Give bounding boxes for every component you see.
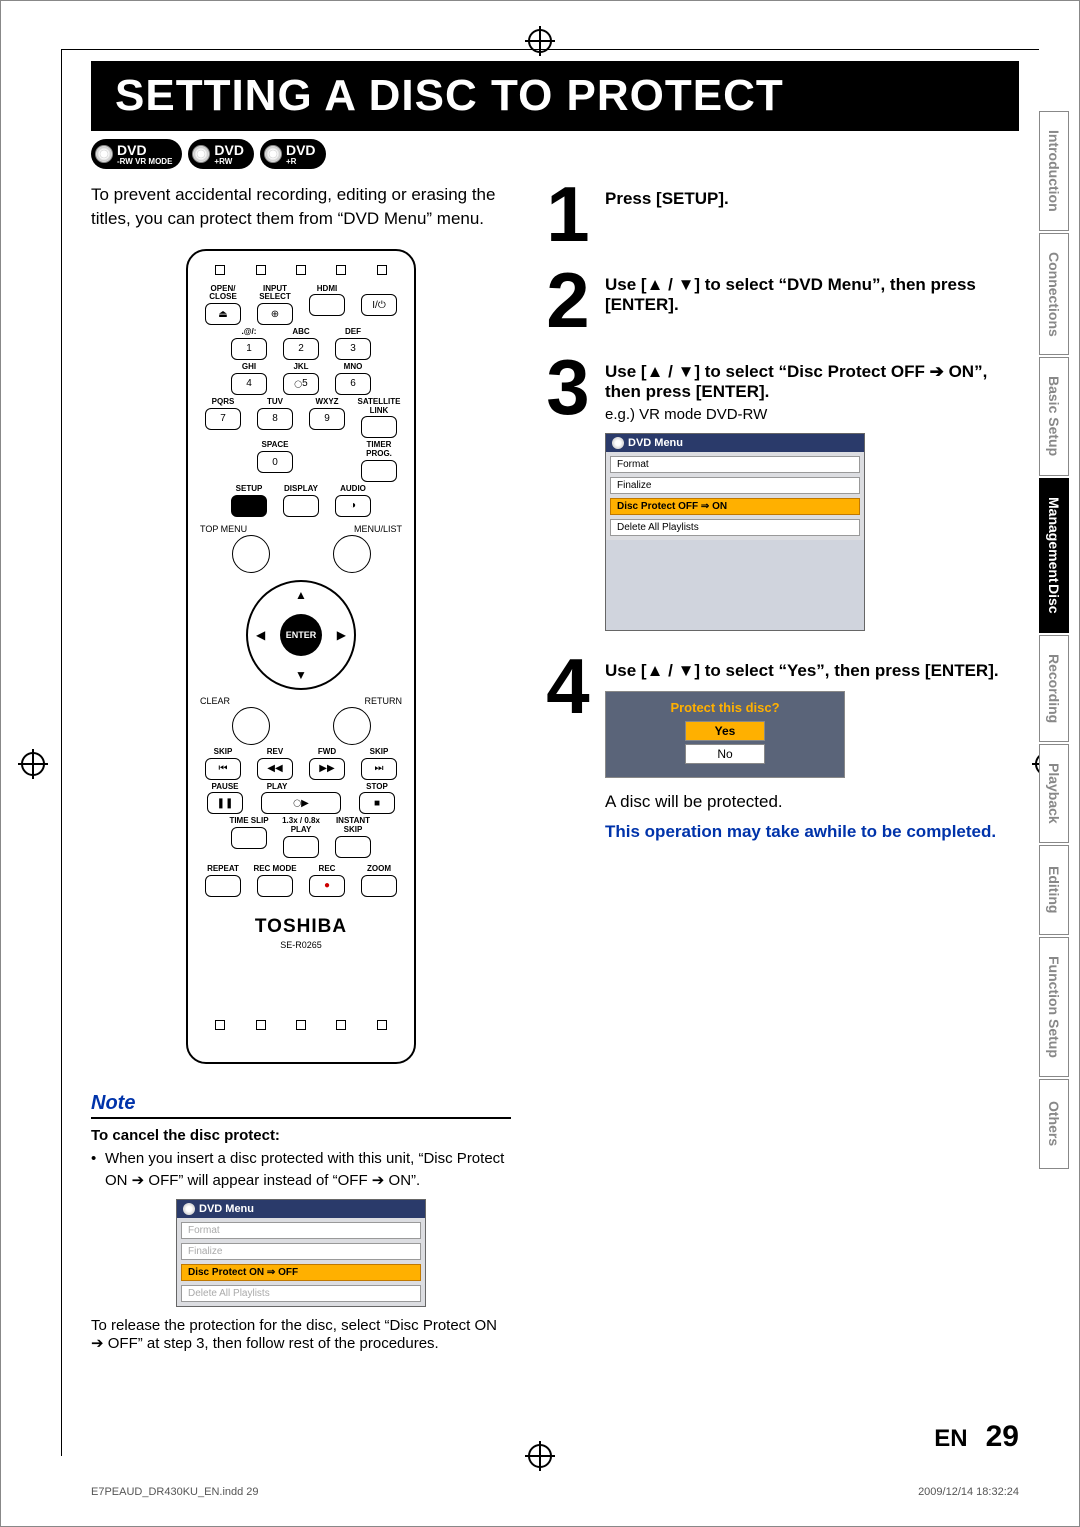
- intro-text: To prevent accidental recording, editing…: [91, 183, 511, 231]
- note-cancel-heading: To cancel the disc protect:: [91, 1127, 511, 1144]
- disc-icon: [264, 145, 282, 163]
- registration-mark-bottom: [528, 1444, 552, 1468]
- step-2: 2 Use [▲ / ▼] to select “DVD Menu”, then…: [541, 269, 1019, 331]
- registration-mark-left: [21, 752, 45, 776]
- page-number: 29: [986, 1420, 1019, 1454]
- disc-icon: [192, 145, 210, 163]
- osd-dvd-menu: DVD Menu Format Finalize Disc Protect OF…: [605, 433, 865, 631]
- tab-basic-setup: Basic Setup: [1039, 357, 1069, 475]
- page-footer: EN 29: [934, 1420, 1019, 1454]
- crop-line: [61, 49, 62, 1456]
- disc-icon-small: [183, 1203, 195, 1215]
- remote-control-diagram: OPEN/ CLOSE⏏ INPUT SELECT⊕ HDMI I/⏻ .@/:…: [186, 249, 416, 1064]
- disc-badges: DVD-RW VR MODE DVD+RW DVD+R: [91, 139, 1019, 169]
- step-3: 3 Use [▲ / ▼] to select “Disc Protect OF…: [541, 356, 1019, 631]
- tab-connections: Connections: [1039, 233, 1069, 356]
- note-after-text: To release the protection for the disc, …: [91, 1317, 511, 1352]
- tab-playback: Playback: [1039, 744, 1069, 843]
- remote-brand: TOSHIBA: [200, 916, 402, 938]
- osd-confirm-dialog: Protect this disc? Yes No: [605, 691, 845, 778]
- badge-dvd-plus-r: DVD+R: [260, 139, 326, 169]
- disc-icon-small: [612, 437, 624, 449]
- badge-dvd-plus-rw: DVD+RW: [188, 139, 254, 169]
- page-title: SETTING A DISC TO PROTECT: [91, 61, 1019, 131]
- step-1: 1 Press [SETUP].: [541, 183, 1019, 245]
- step-4: 4 Use [▲ / ▼] to select “Yes”, then pres…: [541, 655, 1019, 842]
- crop-line: [61, 49, 1039, 50]
- badge-dvd-rw-vr: DVD-RW VR MODE: [91, 139, 182, 169]
- section-tabs: Introduction Connections Basic Setup Man…: [1039, 111, 1069, 1169]
- tab-function-setup: Function Setup: [1039, 937, 1069, 1077]
- tab-disc-management: ManagementDisc: [1039, 478, 1069, 633]
- disc-icon: [95, 145, 113, 163]
- tab-introduction: Introduction: [1039, 111, 1069, 231]
- note-bullet: When you insert a disc protected with th…: [91, 1148, 511, 1192]
- tab-recording: Recording: [1039, 635, 1069, 742]
- osd-cancel-menu: DVD Menu Format Finalize Disc Protect ON…: [176, 1199, 426, 1307]
- note-label: Note: [91, 1092, 511, 1119]
- imprint-line: E7PEAUD_DR430KU_EN.indd 29 2009/12/14 18…: [91, 1486, 1019, 1498]
- operation-tip: This operation may take awhile to be com…: [605, 822, 1019, 842]
- note-section: Note To cancel the disc protect: When yo…: [91, 1092, 511, 1353]
- tab-others: Others: [1039, 1079, 1069, 1169]
- lang-code: EN: [934, 1425, 967, 1453]
- step4-result: A disc will be protected.: [605, 792, 1019, 812]
- tab-editing: Editing: [1039, 845, 1069, 935]
- remote-model: SE-R0265: [200, 940, 402, 950]
